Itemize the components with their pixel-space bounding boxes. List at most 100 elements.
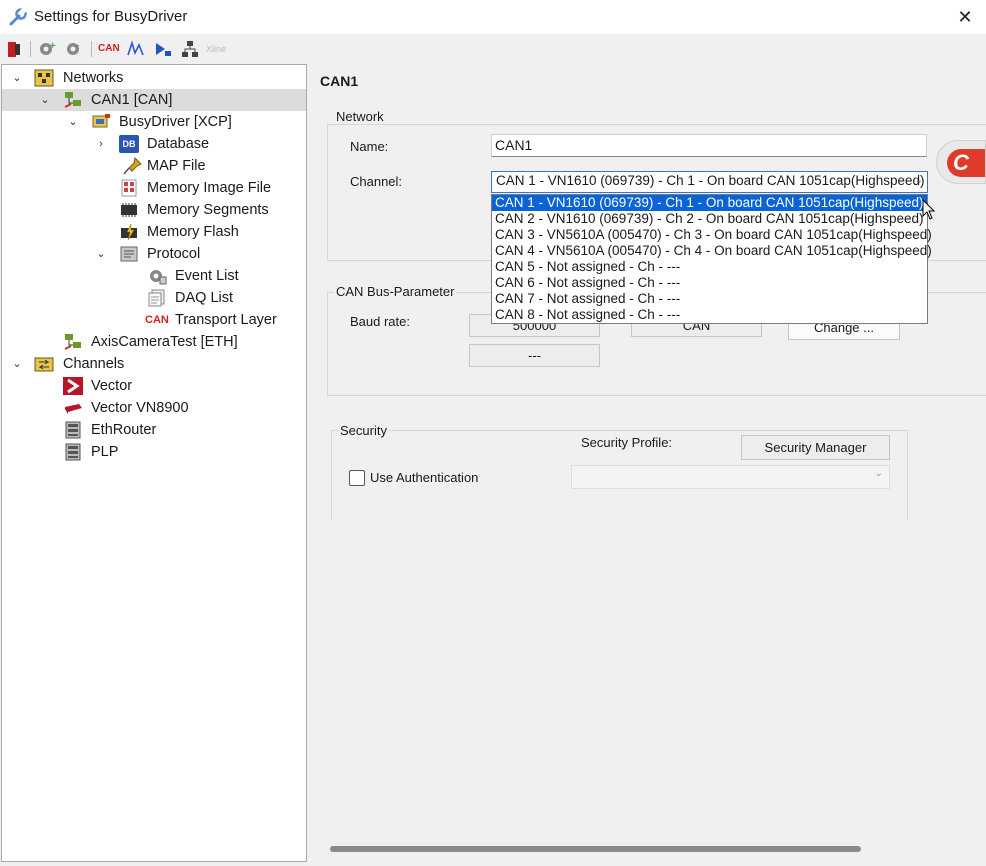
svg-text:+: + xyxy=(49,41,57,51)
chevron-down-icon[interactable]: ⌄ xyxy=(94,243,108,265)
vector-icon xyxy=(63,377,83,395)
chevron-down-icon[interactable]: ⌄ xyxy=(10,353,24,375)
gear-remove-icon[interactable]: - xyxy=(64,39,84,59)
properties-panel: CAN1 Network Name: CAN1 Channel: CAN 1 -… xyxy=(309,64,986,862)
tree-item-memory-segments[interactable]: Memory Segments xyxy=(2,199,306,221)
tree-item-label: Vector xyxy=(91,378,133,394)
network-icon[interactable] xyxy=(180,39,200,59)
tree-item-label: Protocol xyxy=(147,246,201,262)
channel-select-value: CAN 1 - VN1610 (069739) - Ch 1 - On boar… xyxy=(496,173,925,188)
tree-item-label: Vector VN8900 xyxy=(91,400,189,416)
ecu-icon xyxy=(92,114,110,128)
security-profile-select[interactable]: ⌄ xyxy=(571,465,890,489)
can-network-icon xyxy=(64,92,81,108)
tree-item-label: DAQ List xyxy=(175,290,234,306)
logo-text: C xyxy=(953,150,969,175)
xline-icon[interactable]: Xline xyxy=(206,39,232,59)
tree-item-label: EthRouter xyxy=(91,422,157,438)
exit-icon[interactable] xyxy=(4,39,24,59)
bus-second-value: --- xyxy=(469,344,600,367)
tree-item-label: Event List xyxy=(175,268,239,284)
channel-option[interactable]: CAN 4 - VN5610A (005470) - Ch 4 - On boa… xyxy=(492,243,932,259)
tree-item-label: BusyDriver [XCP] xyxy=(119,114,232,130)
can-transport-icon: CAN xyxy=(145,314,169,326)
channel-option[interactable]: CAN 6 - Not assigned - Ch - --- xyxy=(492,275,927,291)
toolbar-separator xyxy=(30,41,31,57)
tree-item-axiscameratest[interactable]: AxisCameraTest [ETH] xyxy=(2,331,306,353)
use-authentication-label: Use Authentication xyxy=(370,470,479,485)
security-group-label: Security xyxy=(338,423,389,438)
network-group-label: Network xyxy=(334,109,386,124)
chevron-down-icon[interactable]: ⌄ xyxy=(66,111,80,133)
pin-icon xyxy=(123,157,142,175)
channel-option[interactable]: CAN 7 - Not assigned - Ch - --- xyxy=(492,291,927,307)
database-arrow-icon[interactable] xyxy=(153,39,173,59)
security-manager-button[interactable]: Security Manager xyxy=(741,435,890,460)
chevron-right-icon[interactable]: › xyxy=(94,133,108,155)
tree-item-map-file[interactable]: MAP File xyxy=(2,155,306,177)
tree-item-label: CAN1 [CAN] xyxy=(91,92,173,108)
can-icon[interactable]: CAN xyxy=(98,39,122,59)
name-field[interactable]: CAN1 xyxy=(491,134,927,157)
server-icon xyxy=(65,443,81,461)
tree-item-transport-layer[interactable]: CAN Transport Layer xyxy=(2,309,306,331)
tree-item-database[interactable]: › DB Database xyxy=(2,133,306,155)
eth-network-icon xyxy=(64,334,81,350)
channels-icon xyxy=(34,357,54,372)
close-button[interactable]: ✕ xyxy=(951,4,979,30)
memory-image-icon xyxy=(121,179,137,197)
tree-item-label: Channels xyxy=(63,356,125,372)
channel-dropdown-list[interactable]: CAN 1 - VN1610 (069739) - Ch 1 - On boar… xyxy=(491,194,932,324)
baud-rate-label: Baud rate: xyxy=(350,314,410,329)
tree-item-networks[interactable]: ⌄ Networks xyxy=(2,67,306,89)
tree-item-label: Networks xyxy=(63,70,124,86)
security-profile-label: Security Profile: xyxy=(581,435,673,450)
tree-item-can1[interactable]: ⌄ CAN1 [CAN] xyxy=(2,89,306,111)
mouse-cursor-icon xyxy=(922,199,936,220)
channel-option[interactable]: CAN 8 - Not assigned - Ch - --- xyxy=(492,307,927,323)
tree-item-vector[interactable]: Vector xyxy=(2,375,306,397)
tree-item-label: Transport Layer xyxy=(175,312,277,328)
tree-item-label: Memory Flash xyxy=(147,224,239,240)
channel-option[interactable]: CAN 1 - VN1610 (069739) - Ch 1 - On boar… xyxy=(492,195,927,211)
use-authentication-checkbox[interactable] xyxy=(349,470,365,486)
chevron-down-icon[interactable]: ⌄ xyxy=(10,67,24,89)
tree-item-vector-vn8900[interactable]: Vector VN8900 xyxy=(2,397,306,419)
tree-item-label: MAP File xyxy=(147,158,206,174)
networks-icon xyxy=(34,69,54,87)
protocol-icon xyxy=(120,246,138,262)
tree-item-event-list[interactable]: Event List xyxy=(2,265,306,287)
settings-window: Settings for BusyDriver ✕ + - CAN Xline xyxy=(0,0,986,866)
tree-item-plp[interactable]: PLP xyxy=(2,441,306,463)
signal-icon[interactable] xyxy=(126,39,146,59)
horizontal-scrollbar-thumb[interactable] xyxy=(330,846,861,852)
channel-option[interactable]: CAN 5 - Not assigned - Ch - --- xyxy=(492,259,927,275)
server-icon xyxy=(65,421,81,439)
database-icon: DB xyxy=(119,135,139,153)
channel-select[interactable]: CAN 1 - VN1610 (069739) - Ch 1 - On boar… xyxy=(491,171,928,193)
tree-item-label: PLP xyxy=(91,444,119,460)
tree-item-label: Database xyxy=(147,136,210,152)
tree-item-label: Memory Image File xyxy=(147,180,272,196)
tree-item-busydriver[interactable]: ⌄ BusyDriver [XCP] xyxy=(2,111,306,133)
channel-option[interactable]: CAN 2 - VN1610 (069739) - Ch 2 - On boar… xyxy=(492,211,927,227)
tree-item-memory-image-file[interactable]: Memory Image File xyxy=(2,177,306,199)
wrench-icon xyxy=(9,7,28,26)
name-label: Name: xyxy=(350,139,389,154)
tree-panel: ⌄ Networks ⌄ CAN1 [CAN] ⌄ BusyDriver [XC… xyxy=(1,64,307,862)
chevron-down-icon: ⌄ xyxy=(914,175,923,186)
channel-option[interactable]: CAN 3 - VN5610A (005470) - Ch 3 - On boa… xyxy=(492,227,932,243)
gear-add-icon[interactable]: + xyxy=(37,39,57,59)
toolbar-separator xyxy=(91,41,92,57)
tree-item-protocol[interactable]: ⌄ Protocol xyxy=(2,243,306,265)
svg-text:-: - xyxy=(76,41,79,51)
title-bar: Settings for BusyDriver ✕ xyxy=(0,0,986,34)
tree-item-channels[interactable]: ⌄ Channels xyxy=(2,353,306,375)
tree-item-ethrouter[interactable]: EthRouter xyxy=(2,419,306,441)
chevron-down-icon: ⌄ xyxy=(874,468,883,479)
channel-label: Channel: xyxy=(350,174,403,189)
tree-item-memory-flash[interactable]: Memory Flash xyxy=(2,221,306,243)
window-title: Settings for BusyDriver xyxy=(34,8,188,25)
tree-item-daq-list[interactable]: DAQ List xyxy=(2,287,306,309)
chevron-down-icon[interactable]: ⌄ xyxy=(38,89,52,111)
